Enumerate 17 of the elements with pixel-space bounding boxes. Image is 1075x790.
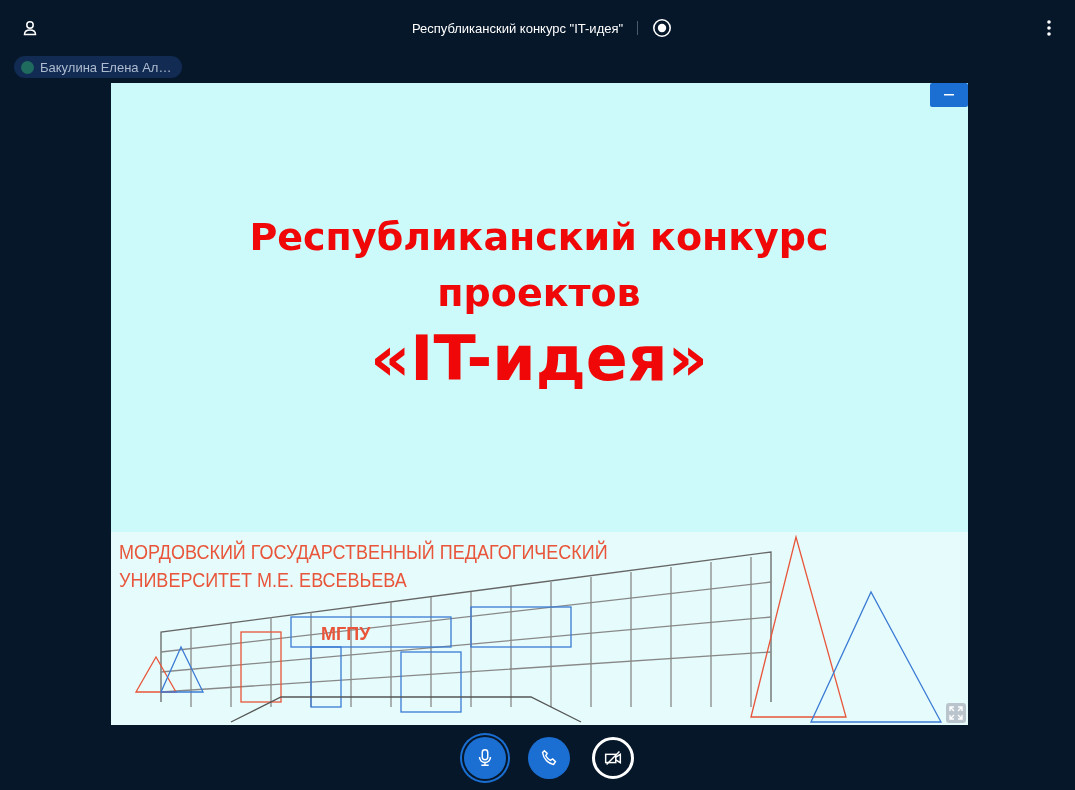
leave-audio-button[interactable] xyxy=(527,736,570,779)
university-name: УНИВЕРСИТЕТ М.Е. ЕВСЕВЬЕВА xyxy=(118,568,408,593)
user-icon[interactable] xyxy=(22,20,38,36)
participant-name: Бакулина Елена Ал… xyxy=(40,59,172,75)
more-options-icon[interactable] xyxy=(1046,19,1052,37)
camera-button[interactable] xyxy=(591,736,634,779)
slide-title: «IT-идея» xyxy=(370,320,708,397)
slide-title: Республиканский конкурс xyxy=(249,213,829,261)
building-sign: МГПУ xyxy=(320,624,370,644)
slide-title: проектов xyxy=(437,269,641,317)
meeting-title: Республиканский конкурс "IT-идея" xyxy=(411,20,624,36)
record-icon[interactable] xyxy=(652,18,673,38)
minimize-button[interactable] xyxy=(929,83,968,107)
university-name: МОРДОВСКИЙ ГОСУДАРСТВЕННЫЙ ПЕДАГОГИЧЕСКИЙ xyxy=(118,539,608,565)
talking-indicator[interactable]: Бакулина Елена Ал… xyxy=(14,56,183,78)
minimize-icon xyxy=(943,94,954,96)
microphone-button[interactable] xyxy=(463,736,506,779)
